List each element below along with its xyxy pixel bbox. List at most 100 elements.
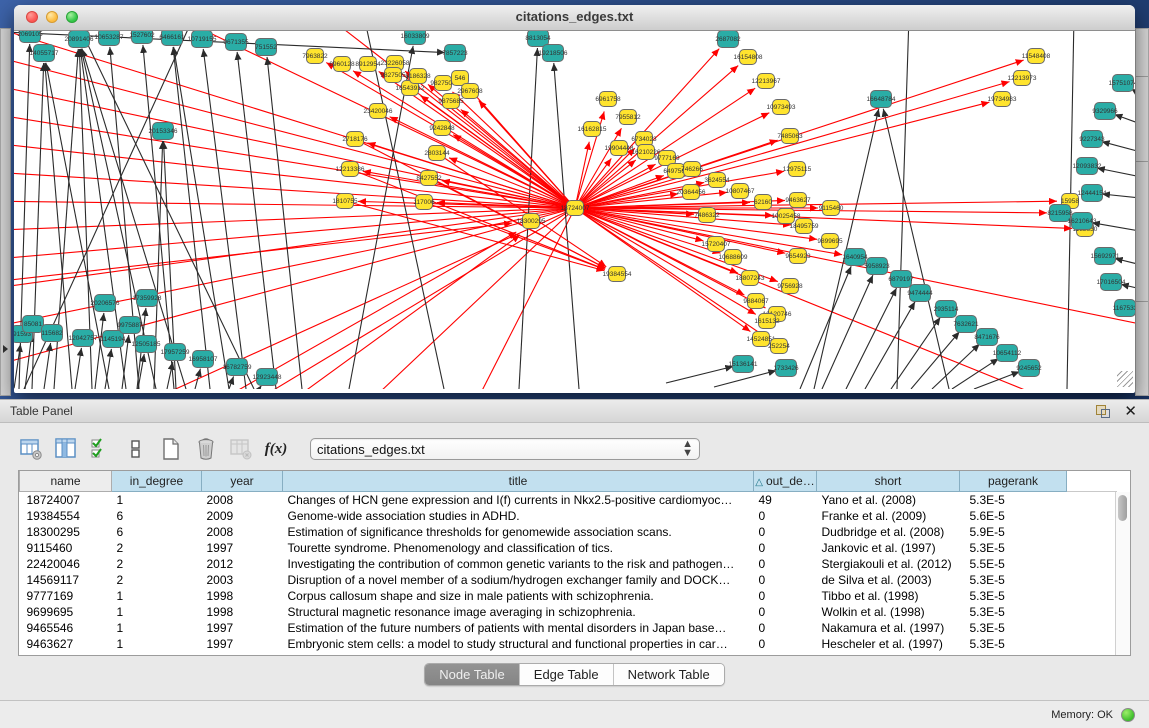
table-cell[interactable]: 5.3E-5 xyxy=(960,620,1067,636)
table-cell[interactable]: 5.3E-5 xyxy=(960,492,1067,509)
tab-network-table[interactable]: Network Table xyxy=(614,664,724,685)
table-cell[interactable]: 5.9E-5 xyxy=(960,524,1067,540)
graph-edge[interactable] xyxy=(932,344,980,389)
column-header-year[interactable]: year xyxy=(202,471,283,492)
graph-edge[interactable] xyxy=(1102,142,1135,163)
memory-status-indicator[interactable] xyxy=(1121,708,1135,722)
table-cell[interactable]: Wolkin et al. (1998) xyxy=(817,604,960,620)
table-row[interactable]: 911546021997Tourette syndrome. Phenomeno… xyxy=(20,540,1117,556)
graph-edge[interactable] xyxy=(75,348,81,389)
table-cell[interactable]: 0 xyxy=(754,540,817,556)
table-cell[interactable]: Embryonic stem cells: a model to study s… xyxy=(283,636,754,652)
table-cell[interactable]: 9777169 xyxy=(20,588,112,604)
table-cell[interactable]: 2 xyxy=(112,556,202,572)
table-cell[interactable]: 0 xyxy=(754,508,817,524)
table-cell[interactable]: Jankovic et al. (1997) xyxy=(817,540,960,556)
column-header-pagerank[interactable]: pagerank xyxy=(960,471,1067,492)
table-cell[interactable]: Changes of HCN gene expression and I(f) … xyxy=(283,492,754,509)
column-header-indegree[interactable]: in_degree xyxy=(112,471,202,492)
table-cell[interactable]: 5.5E-5 xyxy=(960,556,1067,572)
show-column-button[interactable] xyxy=(53,436,79,462)
table-cell[interactable]: Yano et al. (2008) xyxy=(817,492,960,509)
graph-edge[interactable] xyxy=(822,275,873,389)
graph-edge[interactable] xyxy=(1115,258,1135,271)
select-columns-button[interactable] xyxy=(88,436,114,462)
graph-edge[interactable] xyxy=(1131,89,1135,111)
table-cell[interactable]: 2012 xyxy=(202,556,283,572)
table-cell[interactable]: 5.3E-5 xyxy=(960,540,1067,556)
table-cell[interactable]: 5.3E-5 xyxy=(960,604,1067,620)
graph-edge[interactable] xyxy=(714,371,776,387)
table-cell[interactable]: 9115460 xyxy=(20,540,112,556)
table-cell[interactable]: 2 xyxy=(112,572,202,588)
table-cell[interactable]: Dudbridge et al. (2008) xyxy=(817,524,960,540)
graph-edge[interactable] xyxy=(666,366,733,383)
table-row[interactable]: 946554611997Estimation of the future num… xyxy=(20,620,1117,636)
delete-columns-button[interactable] xyxy=(193,436,219,462)
network-graph[interactable]: 1872400779638228960128891295423226058982… xyxy=(14,31,1135,389)
table-cell[interactable]: 0 xyxy=(754,588,817,604)
graph-edge[interactable] xyxy=(203,49,246,389)
table-cell[interactable]: 18724007 xyxy=(20,492,112,509)
table-cell[interactable]: 5.3E-5 xyxy=(960,588,1067,604)
table-cell[interactable]: Genome-wide association studies in ADHD. xyxy=(283,508,754,524)
table-cell[interactable]: Disruption of a novel member of a sodium… xyxy=(283,572,754,588)
table-scrollbar[interactable] xyxy=(1115,492,1130,655)
table-cell[interactable]: Hescheler et al. (1997) xyxy=(817,636,960,652)
table-cell[interactable]: 0 xyxy=(754,636,817,652)
graph-edge[interactable] xyxy=(575,201,1057,208)
panel-collapse-arrow-icon[interactable] xyxy=(3,345,8,353)
table-cell[interactable]: 1998 xyxy=(202,588,283,604)
table-cell[interactable]: 0 xyxy=(754,620,817,636)
table-cell[interactable]: 1 xyxy=(112,492,202,509)
table-row[interactable]: 1830029562008Estimation of significance … xyxy=(20,524,1117,540)
tab-node-table[interactable]: Node Table xyxy=(425,664,520,685)
column-header-title[interactable]: title xyxy=(283,471,754,492)
graph-edge[interactable] xyxy=(14,208,575,261)
table-cell[interactable]: 0 xyxy=(754,524,817,540)
table-cell[interactable]: Corpus callosum shape and size in male p… xyxy=(283,588,754,604)
create-new-column-button[interactable] xyxy=(158,436,184,462)
table-cell[interactable]: 1997 xyxy=(202,620,283,636)
scrollbar-thumb[interactable] xyxy=(1118,495,1127,521)
graph-edge[interactable] xyxy=(974,372,1020,389)
row-height-button[interactable] xyxy=(123,436,149,462)
table-cell[interactable]: 18300295 xyxy=(20,524,112,540)
table-cell[interactable]: 2008 xyxy=(202,492,283,509)
float-panel-icon[interactable] xyxy=(1096,405,1110,418)
table-row[interactable]: 977716911998Corpus callosum shape and si… xyxy=(20,588,1117,604)
table-cell[interactable]: 2 xyxy=(112,540,202,556)
table-cell[interactable]: 9463627 xyxy=(20,636,112,652)
graph-edge[interactable] xyxy=(1114,114,1135,136)
table-cell[interactable]: Tibbo et al. (1998) xyxy=(817,588,960,604)
table-cell[interactable]: Franke et al. (2009) xyxy=(817,508,960,524)
graph-edge[interactable] xyxy=(883,109,949,389)
table-row[interactable]: 1938455462009Genome-wide association stu… xyxy=(20,508,1117,524)
graph-edge[interactable] xyxy=(554,63,579,389)
graph-edge[interactable] xyxy=(846,288,897,389)
table-cell[interactable]: 14569117 xyxy=(20,572,112,588)
close-panel-icon[interactable]: ✕ xyxy=(1124,404,1137,419)
table-cell[interactable]: Stergiakouli et al. (2012) xyxy=(817,556,960,572)
graph-edge[interactable] xyxy=(44,343,51,389)
table-cell[interactable]: 1 xyxy=(112,588,202,604)
table-cell[interactable]: 5.6E-5 xyxy=(960,508,1067,524)
graph-edge[interactable] xyxy=(1102,194,1135,203)
table-cell[interactable]: 49 xyxy=(754,492,817,509)
table-cell[interactable]: 2003 xyxy=(202,572,283,588)
table-cell[interactable]: 2009 xyxy=(202,508,283,524)
table-cell[interactable]: 6 xyxy=(112,524,202,540)
table-cell[interactable]: Tourette syndrome. Phenomenology and cla… xyxy=(283,540,754,556)
table-cell[interactable]: 1 xyxy=(112,636,202,652)
table-cell[interactable]: 1997 xyxy=(202,540,283,556)
table-cell[interactable]: 0 xyxy=(754,572,817,588)
column-header-outde[interactable]: △out_de… xyxy=(754,471,817,492)
graph-edge[interactable] xyxy=(229,376,234,389)
table-cell[interactable]: Nakamura et al. (1997) xyxy=(817,620,960,636)
table-cell[interactable]: 6 xyxy=(112,508,202,524)
table-cell[interactable]: 1998 xyxy=(202,604,283,620)
graph-edge[interactable] xyxy=(800,266,851,389)
table-cell[interactable]: 22420046 xyxy=(20,556,112,572)
table-cell[interactable]: 1 xyxy=(112,604,202,620)
table-row[interactable]: 969969511998Structural magnetic resonanc… xyxy=(20,604,1117,620)
